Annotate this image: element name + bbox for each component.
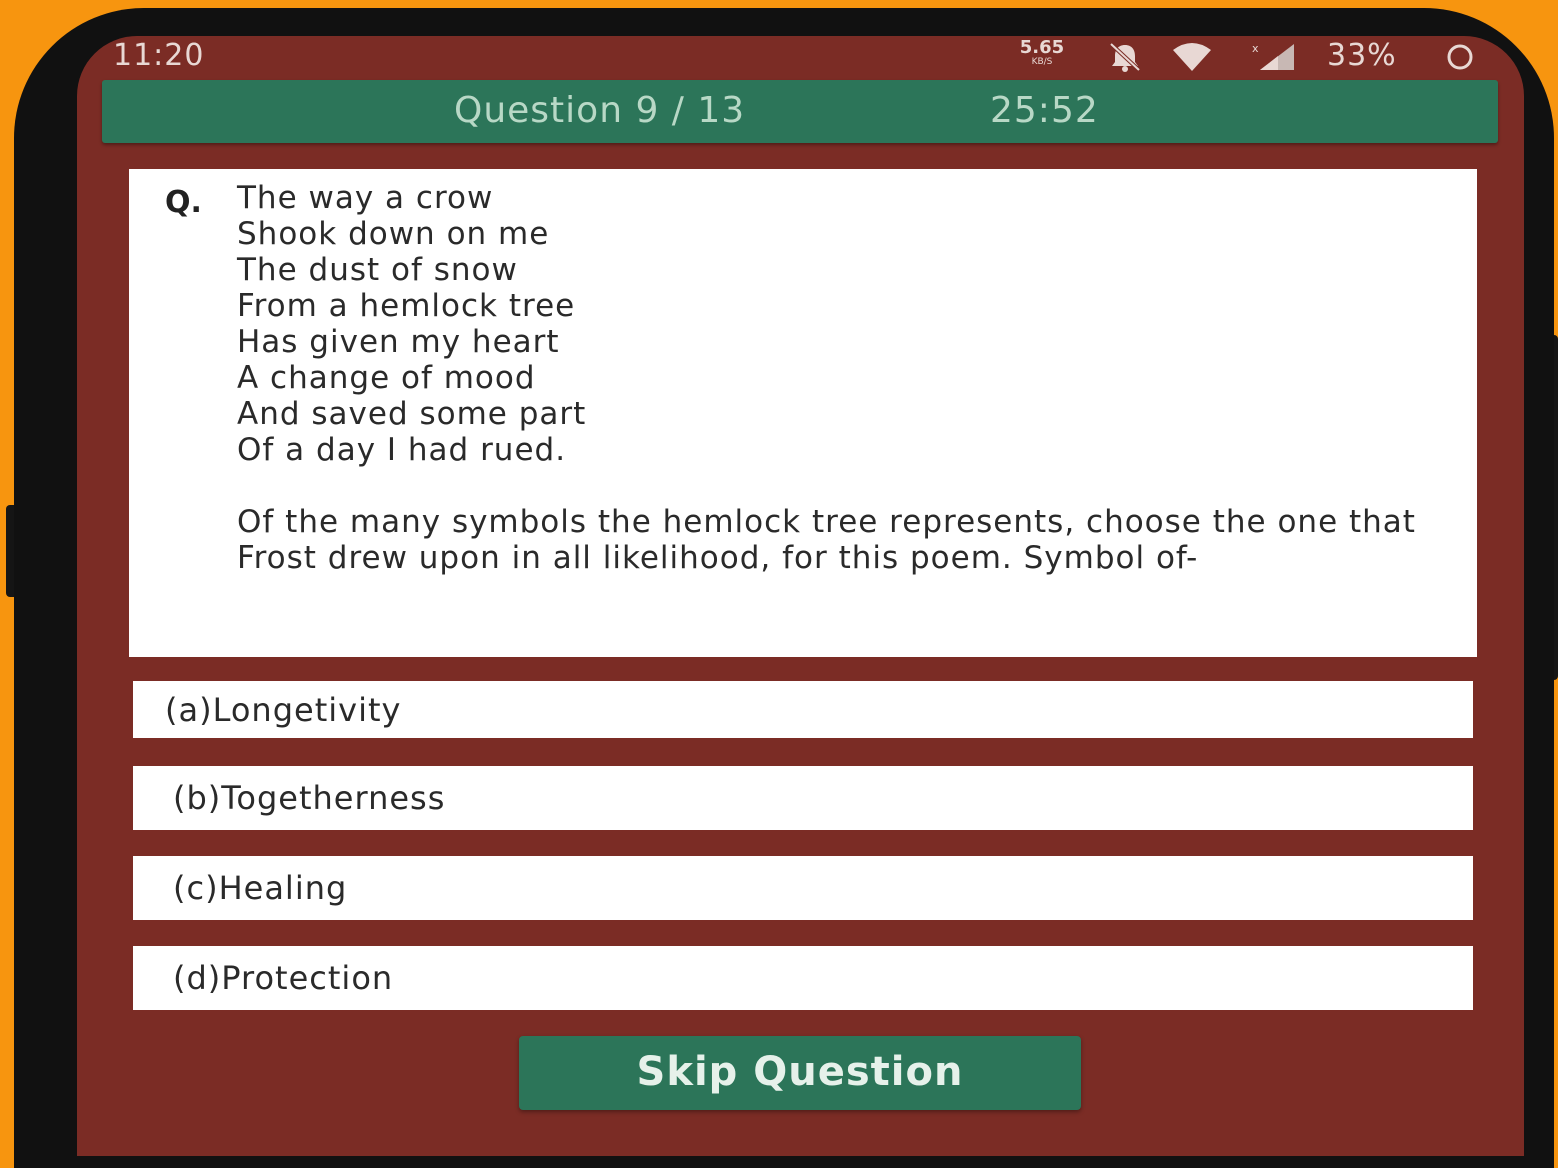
quiz-header: Question 9 / 13 25:52 xyxy=(102,80,1498,143)
option-b-label: (b)Togetherness xyxy=(173,779,446,817)
option-a-label: (a)Longetivity xyxy=(165,690,402,729)
phone-frame: 11:20 5.65 KB/S x 33% Question 9 / 13 25… xyxy=(14,8,1554,1168)
option-d[interactable]: (d)Protection xyxy=(133,946,1473,1010)
signal-icon: x xyxy=(1252,42,1296,76)
battery-icon xyxy=(1442,42,1482,76)
skip-question-button[interactable]: Skip Question xyxy=(519,1036,1081,1110)
question-card: Q. The way a crow Shook down on me The d… xyxy=(129,169,1477,657)
poem-line: Has given my heart xyxy=(237,324,560,360)
skip-question-label: Skip Question xyxy=(636,1049,964,1095)
poem-line: The way a crow xyxy=(237,180,494,216)
app-screen: 11:20 5.65 KB/S x 33% Question 9 / 13 25… xyxy=(77,36,1524,1156)
option-c[interactable]: (c)Healing xyxy=(133,856,1473,920)
option-a[interactable]: (a)Longetivity xyxy=(133,681,1473,738)
wifi-icon xyxy=(1171,42,1213,76)
network-speed: 5.65 KB/S xyxy=(1007,39,1077,67)
network-speed-value: 5.65 xyxy=(1019,37,1065,58)
status-time: 11:20 xyxy=(113,38,205,73)
poem-line: Shook down on me xyxy=(237,216,550,252)
battery-percentage: 33% xyxy=(1327,38,1397,73)
question-prefix: Q. xyxy=(165,185,202,220)
poem-text: The way a crow Shook down on me The dust… xyxy=(237,180,586,468)
option-b[interactable]: (b)Togetherness xyxy=(133,766,1473,830)
poem-line: A change of mood xyxy=(237,360,536,396)
option-d-label: (d)Protection xyxy=(173,959,394,997)
poem-line: The dust of snow xyxy=(237,252,518,288)
svg-text:x: x xyxy=(1252,42,1259,55)
poem-line: And saved some part xyxy=(237,396,587,432)
question-body: Of the many symbols the hemlock tree rep… xyxy=(237,504,1416,576)
poem-line: Of a day I had rued. xyxy=(237,432,567,468)
option-c-label: (c)Healing xyxy=(173,869,348,907)
quiz-timer: 25:52 xyxy=(990,90,1099,131)
network-speed-unit: KB/S xyxy=(1031,57,1053,67)
poem-line: From a hemlock tree xyxy=(237,288,576,324)
status-bar: 11:20 5.65 KB/S x 33% xyxy=(77,36,1524,76)
bell-off-icon xyxy=(1107,42,1143,76)
question-counter: Question 9 / 13 xyxy=(454,90,746,131)
